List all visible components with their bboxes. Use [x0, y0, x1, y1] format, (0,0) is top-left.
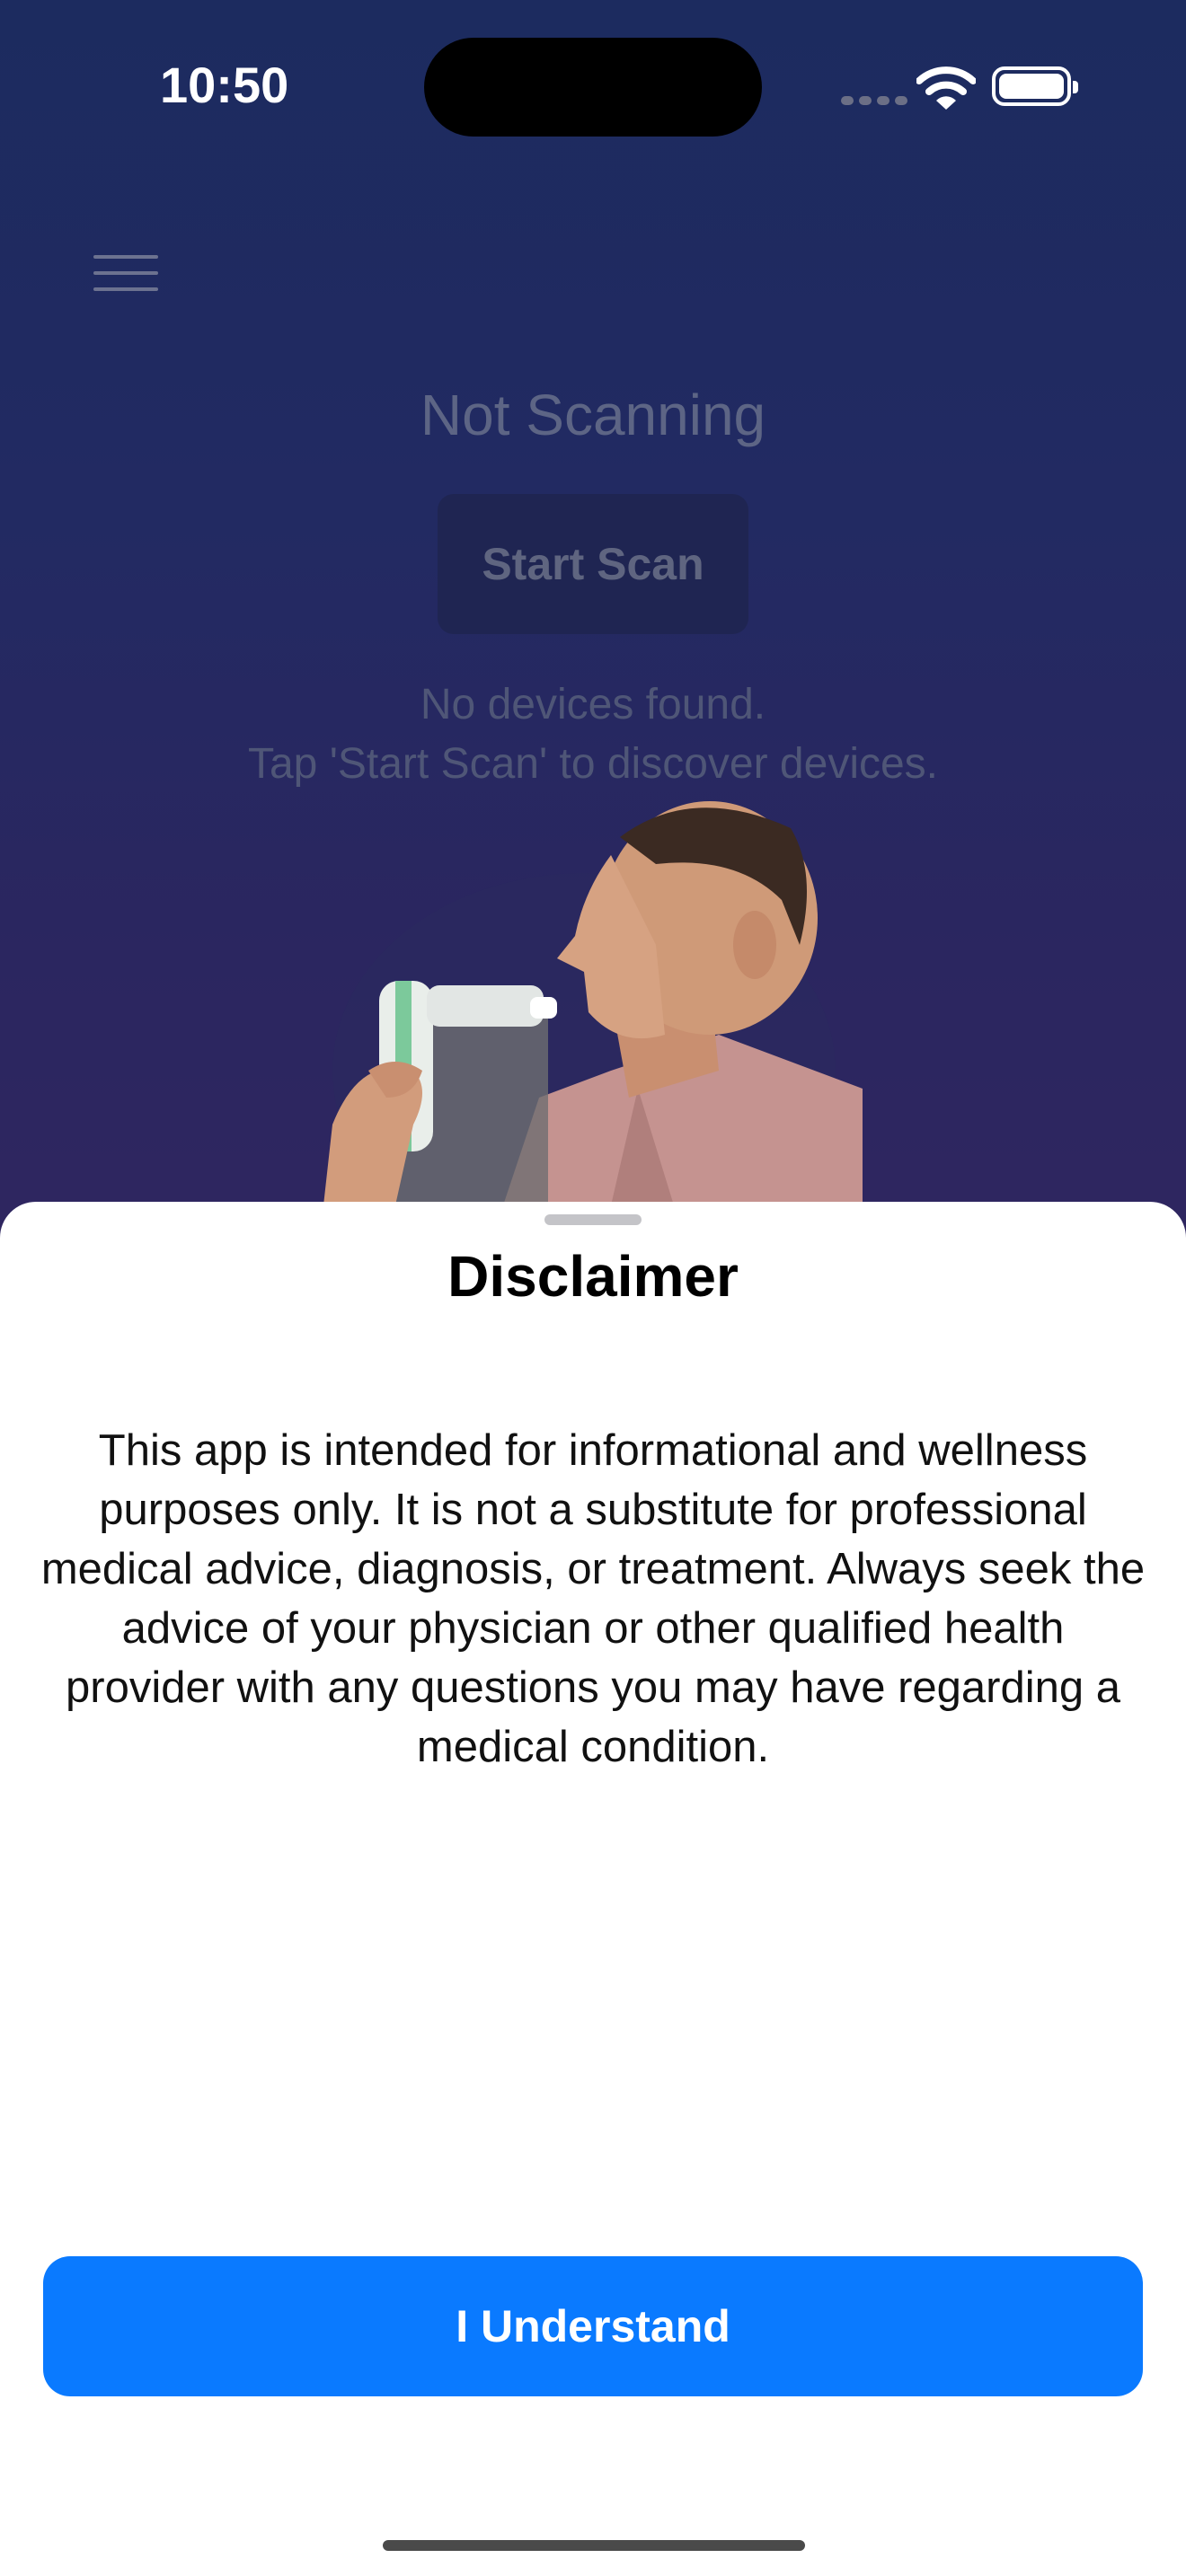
disclaimer-text: This app is intended for informational a…	[40, 1426, 1146, 1771]
sheet-grabber[interactable]	[544, 1214, 642, 1225]
person-using-breath-device-image	[323, 801, 863, 1205]
dynamic-island	[424, 38, 762, 137]
battery-icon	[992, 66, 1078, 106]
hamburger-menu-icon[interactable]	[93, 255, 158, 291]
home-indicator[interactable]	[383, 2540, 805, 2551]
i-understand-button[interactable]: I Understand	[43, 2256, 1143, 2396]
scan-status-label: Not Scanning	[420, 383, 766, 447]
cellular-signal-icon	[841, 93, 913, 110]
wifi-icon	[916, 66, 976, 110]
start-scan-button[interactable]: Start Scan	[438, 494, 748, 634]
no-devices-line: No devices found.	[420, 681, 766, 728]
sheet-title: Disclaimer	[447, 1244, 739, 1309]
no-devices-message: No devices found. Tap 'Start Scan' to di…	[0, 675, 1186, 794]
no-devices-hint: Tap 'Start Scan' to discover devices.	[247, 740, 939, 788]
status-time: 10:50	[160, 57, 289, 113]
